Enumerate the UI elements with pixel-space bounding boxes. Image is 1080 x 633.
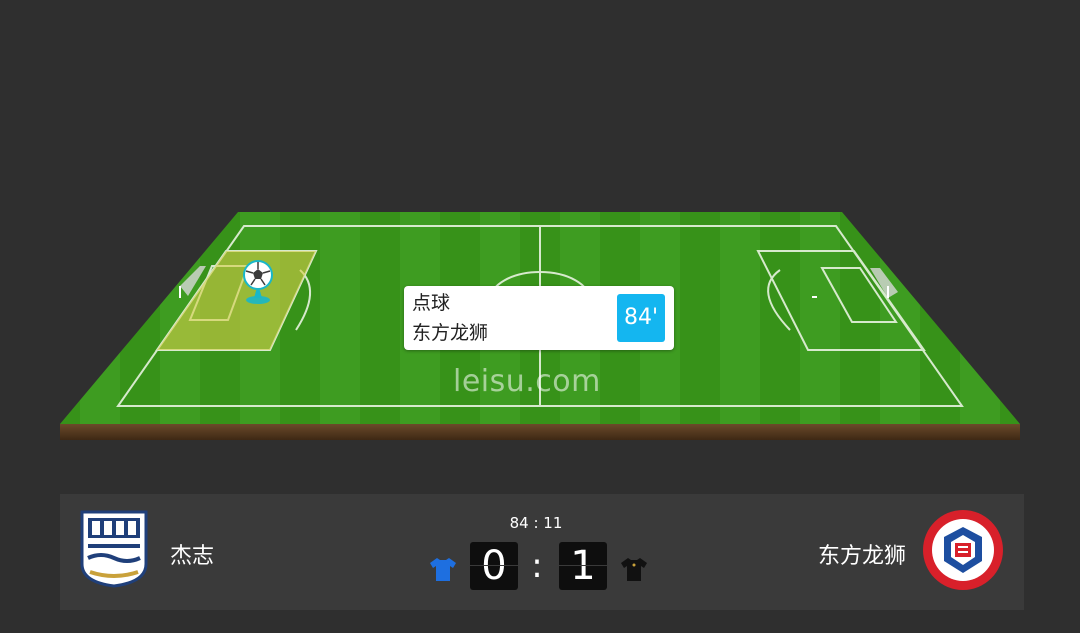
football-pitch [60,212,1020,440]
away-jersey-icon [621,558,647,581]
watermark: leisu.com [453,364,601,399]
event-card: 点球 东方龙狮 84' [404,286,674,350]
home-score: 0 [470,542,518,590]
scoreboard: 杰志 84 : 11 0 : 1 东方龙狮 [60,494,1024,610]
kitchee-logo [80,510,148,588]
score-separator: : [531,546,543,586]
away-team-name: 东方龙狮 [817,544,906,569]
home-jersey-icon [430,558,456,581]
pitch-area: 点球 东方龙狮 84' leisu.com [0,0,1080,470]
match-clock: 84 : 11 [509,514,563,532]
event-type-label: 点球 [412,292,451,314]
eastern-sports-club-logo [923,510,1003,590]
event-team-label: 东方龙狮 [412,322,489,344]
home-team-name: 杰志 [170,544,215,569]
event-minute-badge: 84' [617,294,665,342]
away-score: 1 [559,542,607,590]
pitch-soil-edge [60,424,1020,440]
right-penalty-spot [812,296,817,298]
